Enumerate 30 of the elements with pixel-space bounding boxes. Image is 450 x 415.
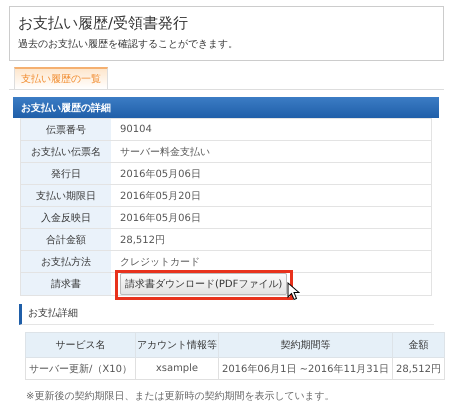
field-label: 入金反映日 [21, 207, 111, 228]
field-label: 支払い期限日 [21, 185, 111, 206]
field-value: 28,512円 [120, 234, 165, 246]
field-value: クレジットカード [120, 256, 200, 268]
field-value: サーバー料金支払い [120, 146, 210, 158]
field-value: 2016年05月06日 [120, 212, 201, 224]
table-cell: サーバー更新/（X10） [26, 358, 136, 380]
column-header: 契約期間等 [218, 332, 392, 358]
field-label: お支払方法 [21, 251, 111, 272]
subsection-heading: お支払詳細 [19, 304, 434, 325]
page-title: お支払い履歴/受領書発行 [18, 14, 190, 33]
table-cell: xsample [135, 358, 218, 380]
field-value: 90104 [120, 124, 152, 135]
field-value: 2016年05月20日 [120, 190, 201, 202]
table-cell: 2016年06月1日 ~2016年11月31日 [218, 358, 392, 380]
footnote: ※更新後の契約期限日、または更新時の契約期間を表示しています。 [26, 390, 336, 403]
field-label: 伝票番号 [21, 119, 111, 140]
field-label: 合計金額 [21, 229, 111, 250]
field-value: 2016年05月06日 [120, 168, 201, 180]
column-header: 金額 [392, 332, 444, 358]
field-label: 請求書 [21, 273, 111, 295]
column-header: アカウント情報等 [135, 332, 218, 358]
column-header: サービス名 [26, 332, 136, 358]
section-heading: お支払い履歴の詳細 [13, 97, 439, 118]
field-label: 発行日 [21, 163, 111, 184]
download-button[interactable]: 請求書ダウンロード(PDFファイル) [120, 273, 288, 295]
cursor-icon [287, 282, 300, 301]
field-label: お支払い伝票名 [21, 141, 111, 162]
table-cell: 28,512円 [392, 358, 444, 380]
page-description: 過去のお支払い履歴を確認することができます。 [18, 38, 239, 51]
